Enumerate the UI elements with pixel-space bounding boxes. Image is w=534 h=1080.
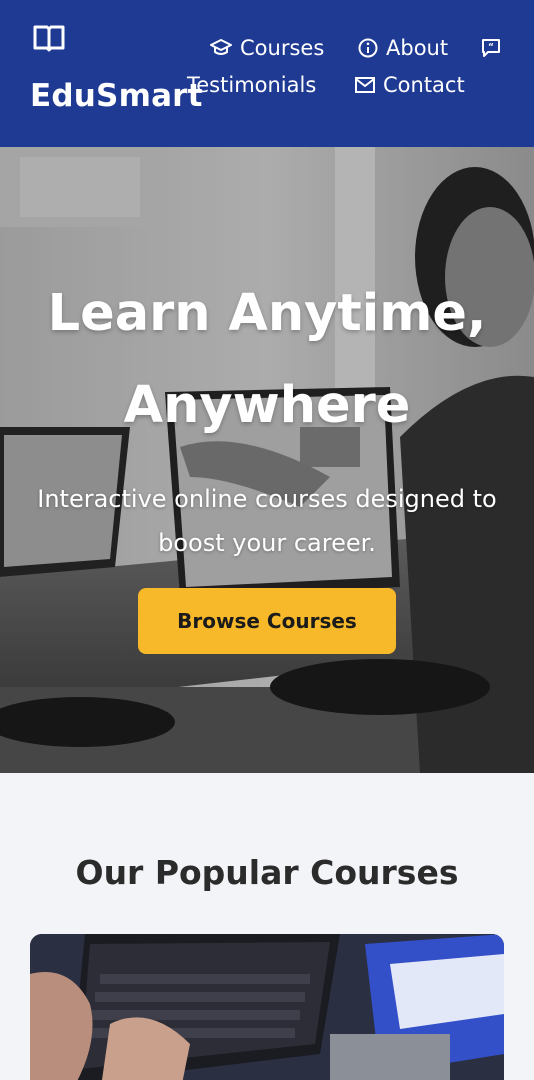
nav-contact-label: Contact: [383, 73, 465, 97]
nav-about-label: About: [386, 36, 449, 60]
info-circle-icon: [358, 38, 378, 58]
nav-testimonials-label: Testimonials: [187, 73, 317, 97]
browse-courses-button[interactable]: Browse Courses: [138, 588, 396, 654]
svg-text:“: “: [488, 43, 494, 53]
site-header: EduSmart Courses About “ Testimonials Co…: [0, 0, 534, 147]
brand-name[interactable]: EduSmart: [30, 78, 203, 114]
nav-testimonials[interactable]: Testimonials: [187, 73, 316, 97]
nav-courses[interactable]: Courses: [210, 36, 324, 60]
envelope-icon: [355, 77, 375, 93]
popular-courses-heading: Our Popular Courses: [75, 853, 459, 892]
hero-title-line-2: Anywhere: [123, 376, 411, 435]
graduation-cap-icon: [210, 39, 232, 55]
hero-subtitle: Interactive online courses designed to b…: [37, 485, 497, 557]
quote-bubble-icon[interactable]: “: [481, 38, 501, 57]
nav-contact[interactable]: Contact: [355, 73, 465, 97]
nav-courses-label: Courses: [240, 36, 325, 60]
course-card[interactable]: [30, 934, 504, 1080]
hero-title: Learn Anytime, Anywhere: [0, 268, 534, 452]
course-card-image: [30, 934, 504, 1080]
hero-background-photo: [0, 147, 534, 773]
hero-title-line-1: Learn Anytime,: [47, 284, 487, 343]
open-book-icon[interactable]: [33, 24, 65, 52]
nav-about[interactable]: About: [358, 36, 448, 60]
hero-section: Learn Anytime, Anywhere Interactive onli…: [0, 147, 534, 773]
